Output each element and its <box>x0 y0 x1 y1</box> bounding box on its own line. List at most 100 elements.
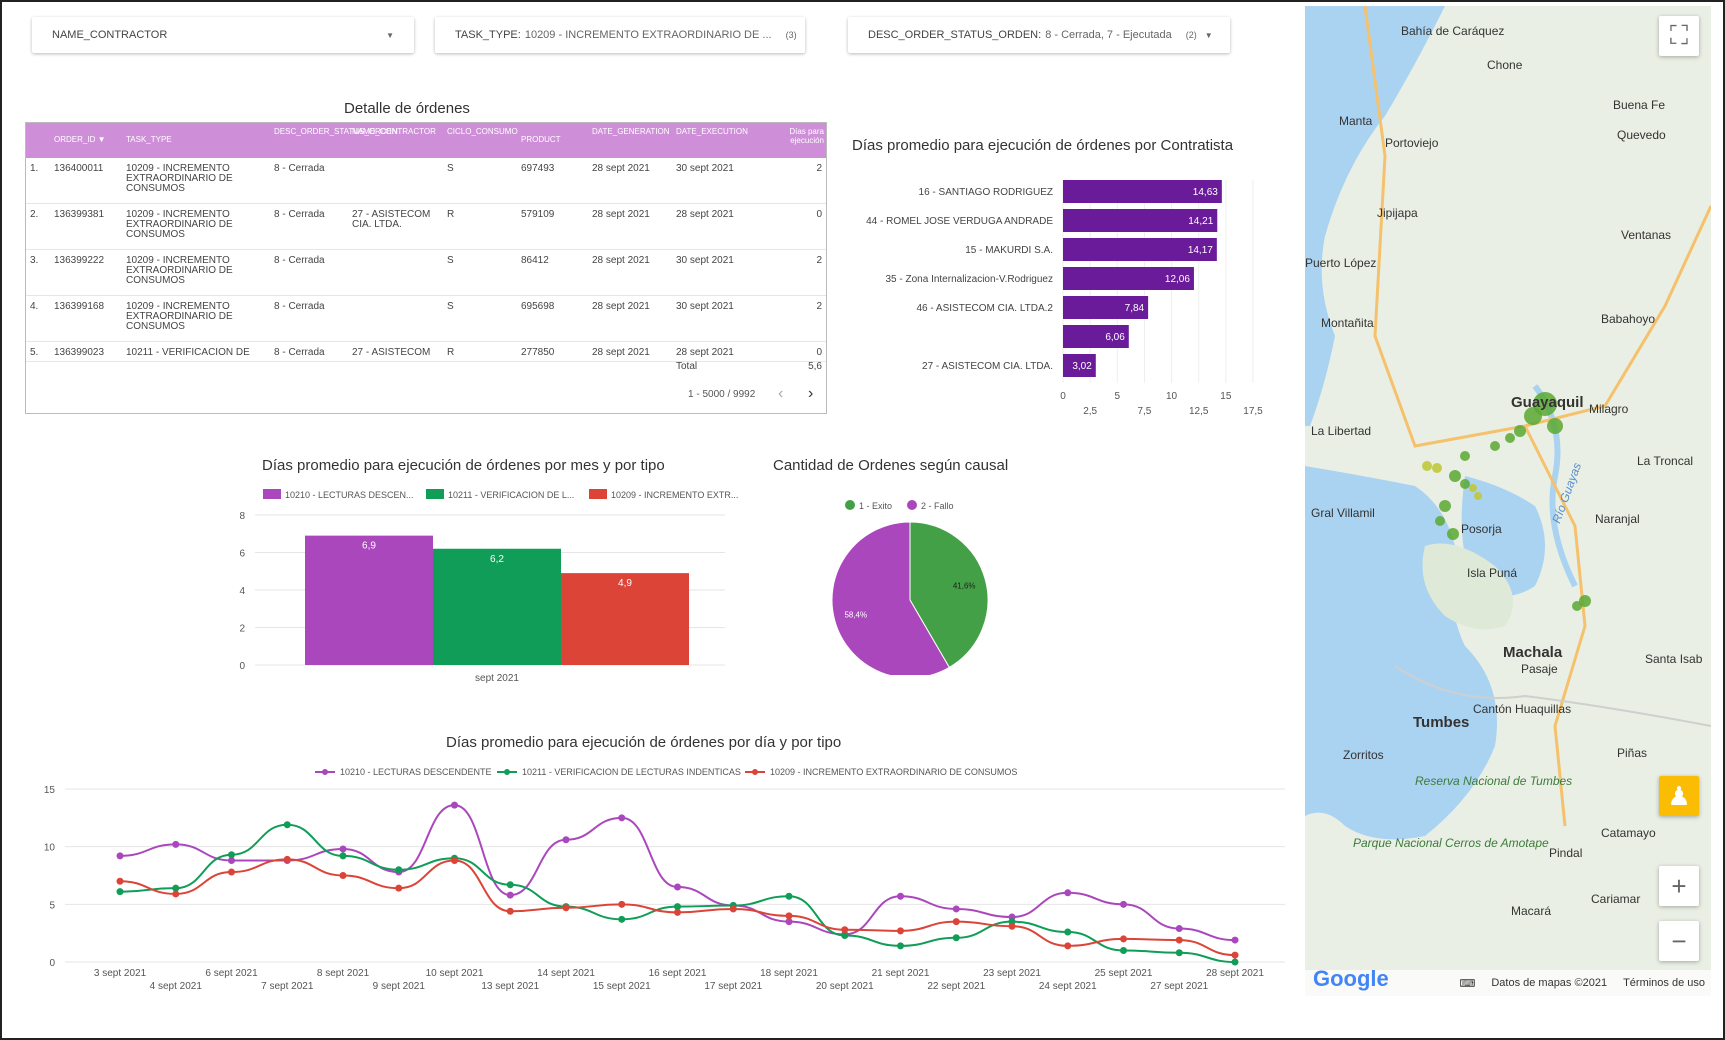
next-page-icon[interactable]: › <box>808 385 813 403</box>
map-panel[interactable]: Bahía de Caráquez Chone Manta Portoviejo Bue… <box>1305 6 1711 996</box>
dias-cell: 2 <box>816 301 822 312</box>
x-tick-label: 20 sept 2021 <box>816 981 874 992</box>
data-point <box>506 881 514 889</box>
data-point <box>1064 942 1072 950</box>
x-tick-label: 23 sept 2021 <box>983 968 1041 979</box>
data-point <box>283 855 291 863</box>
legend-label: 10211 - VERIFICACION DE L... <box>448 490 574 500</box>
zoom-out-button[interactable]: − <box>1659 921 1699 961</box>
keyboard-icon[interactable]: ⌨ <box>1459 977 1475 990</box>
total-label: Total <box>676 361 698 372</box>
x-tick-label: 14 sept 2021 <box>537 968 595 979</box>
date-generation-cell: 28 sept 2021 <box>592 209 650 220</box>
data-point <box>1064 928 1072 936</box>
table-row[interactable]: 1. 136400011 10209 - INCREMENTO EXTRAORDIN… <box>26 158 826 204</box>
filter-contractor[interactable]: NAME_CONTRACTOR ▼ <box>32 17 414 53</box>
data-point <box>116 877 124 885</box>
data-point <box>1231 936 1239 944</box>
map-place-label: La Troncal <box>1637 454 1694 468</box>
task-type-cell: 10209 - INCREMENTO EXTRAORDINARIO DE CON… <box>126 301 233 332</box>
data-point <box>395 866 403 874</box>
x-tick-label: 22 sept 2021 <box>927 981 985 992</box>
map-place-label: Quevedo <box>1617 128 1666 142</box>
row-number: 5. <box>30 347 39 358</box>
date-execution-cell: 28 sept 2021 <box>676 347 734 358</box>
zoom-in-button[interactable]: + <box>1659 866 1699 906</box>
data-point <box>451 857 458 865</box>
task-type-cell: 10209 - INCREMENTO EXTRAORDINARIO DE CON… <box>126 255 233 286</box>
contractor-cell: 27 - ASISTECOM CIA. LTDA. <box>352 209 431 230</box>
filter-order-status[interactable]: DESC_ORDER_STATUS_ORDEN: 8 - Cerrada, 7 … <box>848 17 1230 53</box>
col-task-type[interactable]: TASK_TYPE <box>126 135 206 144</box>
street-view-pegman-icon[interactable]: ♟ <box>1659 776 1699 816</box>
order-id-cell: 136399023 <box>54 347 105 358</box>
map-place-label: Puerto López <box>1305 256 1377 270</box>
col-product[interactable]: PRODUCT <box>521 135 601 144</box>
filter-value: 8 - Cerrada, 7 - Ejecutada <box>1045 29 1172 41</box>
x-tick-label: 16 sept 2021 <box>649 968 707 979</box>
col-ciclo[interactable]: CICLO_CONSUMO <box>447 127 518 136</box>
x-tick-label: 6 sept 2021 <box>205 968 258 979</box>
x-tick-label: 9 sept 2021 <box>373 981 426 992</box>
data-point <box>506 907 514 915</box>
x-tick-label: 3 sept 2021 <box>94 968 147 979</box>
x-tick-label: 2,5 <box>1083 406 1097 417</box>
col-date-generation[interactable]: DATE_GENERATION <box>592 127 670 136</box>
chevron-down-icon: ▼ <box>1204 30 1213 40</box>
map-place-label: Montañita <box>1321 316 1374 330</box>
data-point <box>1008 922 1016 930</box>
data-point <box>339 852 347 860</box>
data-point <box>1175 936 1183 944</box>
x-tick-label: 28 sept 2021 <box>1206 968 1264 979</box>
map-terms-link[interactable]: Términos de uso <box>1623 977 1705 989</box>
legend-dot <box>907 500 917 510</box>
slice-value-label: 58,4% <box>844 611 867 620</box>
ciclo-cell: S <box>447 163 454 174</box>
legend-dot <box>752 769 758 775</box>
map-place-label: Naranjal <box>1595 512 1640 526</box>
product-cell: 579109 <box>521 209 555 220</box>
x-tick-label: 7,5 <box>1137 406 1151 417</box>
table-row[interactable]: 4. 136399168 10209 - INCREMENTO EXTRAORDIN… <box>26 296 826 342</box>
bar-value-label: 7,84 <box>1125 303 1145 314</box>
bar-value-label: 3,02 <box>1072 361 1092 372</box>
col-dias[interactable]: Días para ejecución <box>778 127 824 145</box>
prev-page-icon[interactable]: ‹ <box>778 385 783 403</box>
data-point <box>339 845 347 853</box>
table-row[interactable]: 5. 136399023 10211 - VERIFICACION DE 8 - Ce… <box>26 342 826 362</box>
col-contractor[interactable]: NAME_CONTRACTOR <box>352 127 436 136</box>
col-status[interactable]: DESC_ORDER_STATUS_ORDEN <box>274 127 398 136</box>
bar-value-label: 14,17 <box>1188 245 1213 256</box>
status-cell: 8 - Cerrada <box>274 301 325 312</box>
x-tick-label: 5 <box>1115 391 1121 402</box>
map-place-label: Machala <box>1503 644 1563 661</box>
filter-value: 10209 - INCREMENTO EXTRAORDINARIO DE ... <box>524 29 772 41</box>
date-execution-cell: 30 sept 2021 <box>676 163 734 174</box>
category-label: 35 - Zona Internalizacion-V.Rodriguez <box>885 274 1053 285</box>
row-number: 4. <box>30 301 39 312</box>
y-tick-label: 6 <box>239 549 245 560</box>
y-tick-label: 10 <box>44 843 56 854</box>
x-tick-label: 21 sept 2021 <box>872 968 930 979</box>
contractor-bar-chart: 14,63 16 - SANTIAGO RODRIGUEZ 14,21 44 - RO… <box>866 180 1263 417</box>
table-row[interactable]: 2. 136399381 10209 - INCREMENTO EXTRAORDIN… <box>26 204 826 250</box>
filter-task-type[interactable]: TASK_TYPE: 10209 - INCREMENTO EXTRAORDIN… <box>435 17 805 53</box>
bar-value-label: 12,06 <box>1165 274 1190 285</box>
col-date-execution[interactable]: DATE_EXECUTION <box>676 127 748 136</box>
x-tick-label: 7 sept 2021 <box>261 981 314 992</box>
data-point <box>228 851 235 859</box>
data-point <box>785 912 793 920</box>
map-place-label: Pindal <box>1549 846 1583 860</box>
map-place-label: Ventanas <box>1621 228 1672 242</box>
category-label: 15 - MAKURDI S.A. <box>965 245 1053 256</box>
map-place-label: Pasaje <box>1521 662 1558 676</box>
x-tick-label: 15 <box>1220 391 1232 402</box>
fullscreen-icon[interactable]: ⛶ <box>1659 16 1699 56</box>
ciclo-cell: R <box>447 347 455 358</box>
map-place-label: Zorritos <box>1343 748 1384 762</box>
table-row[interactable]: 3. 136399222 10209 - INCREMENTO EXTRAORDIN… <box>26 250 826 296</box>
day-line-chart: 10210 - LECTURAS DESCENDENTE 10211 - VERI… <box>44 767 1285 992</box>
chart-title-month: Días promedio para ejecución de órdenes … <box>262 457 665 474</box>
col-order-id[interactable]: ORDER_ID ▼ <box>54 135 134 144</box>
ciclo-cell: R <box>447 209 455 220</box>
